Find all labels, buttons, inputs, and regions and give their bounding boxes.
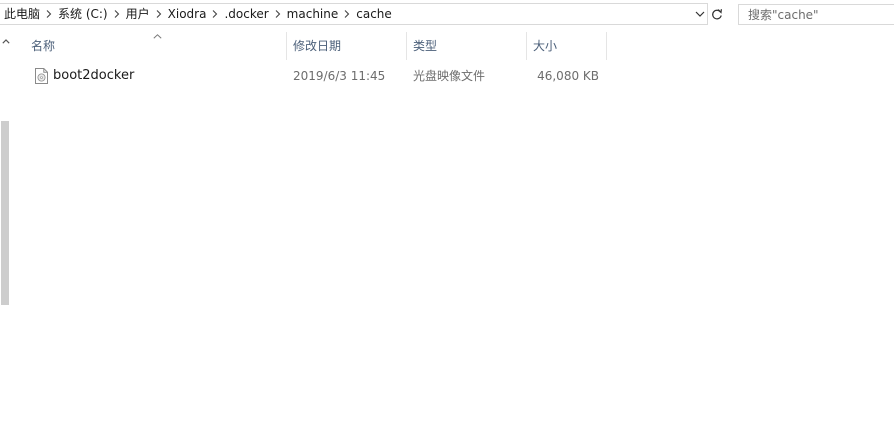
- breadcrumb-users[interactable]: 用户: [124, 4, 152, 24]
- scrollbar-thumb[interactable]: [1, 121, 9, 305]
- address-bar[interactable]: 此电脑 系统 (C:) 用户 Xiodra .docker machine ca…: [0, 3, 708, 25]
- file-list: boot2docker 2019/6/3 11:45 光盘映像文件 46,080…: [11, 62, 894, 90]
- file-name: boot2docker: [53, 68, 135, 83]
- column-header-size[interactable]: 大小: [523, 32, 603, 60]
- chevron-down-icon: [695, 11, 705, 17]
- scroll-up-arrow-icon[interactable]: [0, 36, 11, 46]
- refresh-button[interactable]: [708, 4, 726, 24]
- file-size: 46,080 KB: [537, 69, 599, 83]
- file-row[interactable]: boot2docker 2019/6/3 11:45 光盘映像文件 46,080…: [11, 62, 894, 90]
- breadcrumb: 此电脑 系统 (C:) 用户 Xiodra .docker machine ca…: [2, 4, 394, 24]
- breadcrumb-system-drive[interactable]: 系统 (C:): [56, 4, 110, 24]
- breadcrumb-machine[interactable]: machine: [285, 4, 341, 24]
- chevron-right-icon[interactable]: [110, 4, 124, 24]
- chevron-right-icon[interactable]: [208, 4, 222, 24]
- address-history-dropdown[interactable]: [692, 4, 708, 24]
- chevron-right-icon[interactable]: [271, 4, 285, 24]
- breadcrumb-this-pc[interactable]: 此电脑: [2, 4, 42, 24]
- file-type: 光盘映像文件: [413, 69, 486, 83]
- column-header-type[interactable]: 类型: [403, 32, 523, 60]
- breadcrumb-user-folder[interactable]: Xiodra: [166, 4, 209, 24]
- search-input[interactable]: [739, 5, 888, 24]
- column-header-row: 名称 修改日期 类型 大小: [11, 32, 894, 60]
- search-box[interactable]: [738, 4, 894, 25]
- disc-image-file-icon: [35, 68, 48, 84]
- file-date-modified: 2019/6/3 11:45: [293, 69, 386, 83]
- navigation-pane-scrollbar[interactable]: [0, 30, 11, 423]
- column-divider[interactable]: [606, 32, 607, 60]
- column-header-name[interactable]: 名称: [21, 32, 286, 60]
- chevron-right-icon[interactable]: [152, 4, 166, 24]
- breadcrumb-docker[interactable]: .docker: [222, 4, 270, 24]
- refresh-icon: [712, 8, 722, 19]
- file-explorer-window: 此电脑 系统 (C:) 用户 Xiodra .docker machine ca…: [0, 0, 894, 423]
- breadcrumb-cache[interactable]: cache: [354, 4, 394, 24]
- address-toolbar: 此电脑 系统 (C:) 用户 Xiodra .docker machine ca…: [0, 0, 894, 28]
- chevron-right-icon[interactable]: [42, 4, 56, 24]
- column-header-date-modified[interactable]: 修改日期: [283, 32, 403, 60]
- chevron-right-icon[interactable]: [340, 4, 354, 24]
